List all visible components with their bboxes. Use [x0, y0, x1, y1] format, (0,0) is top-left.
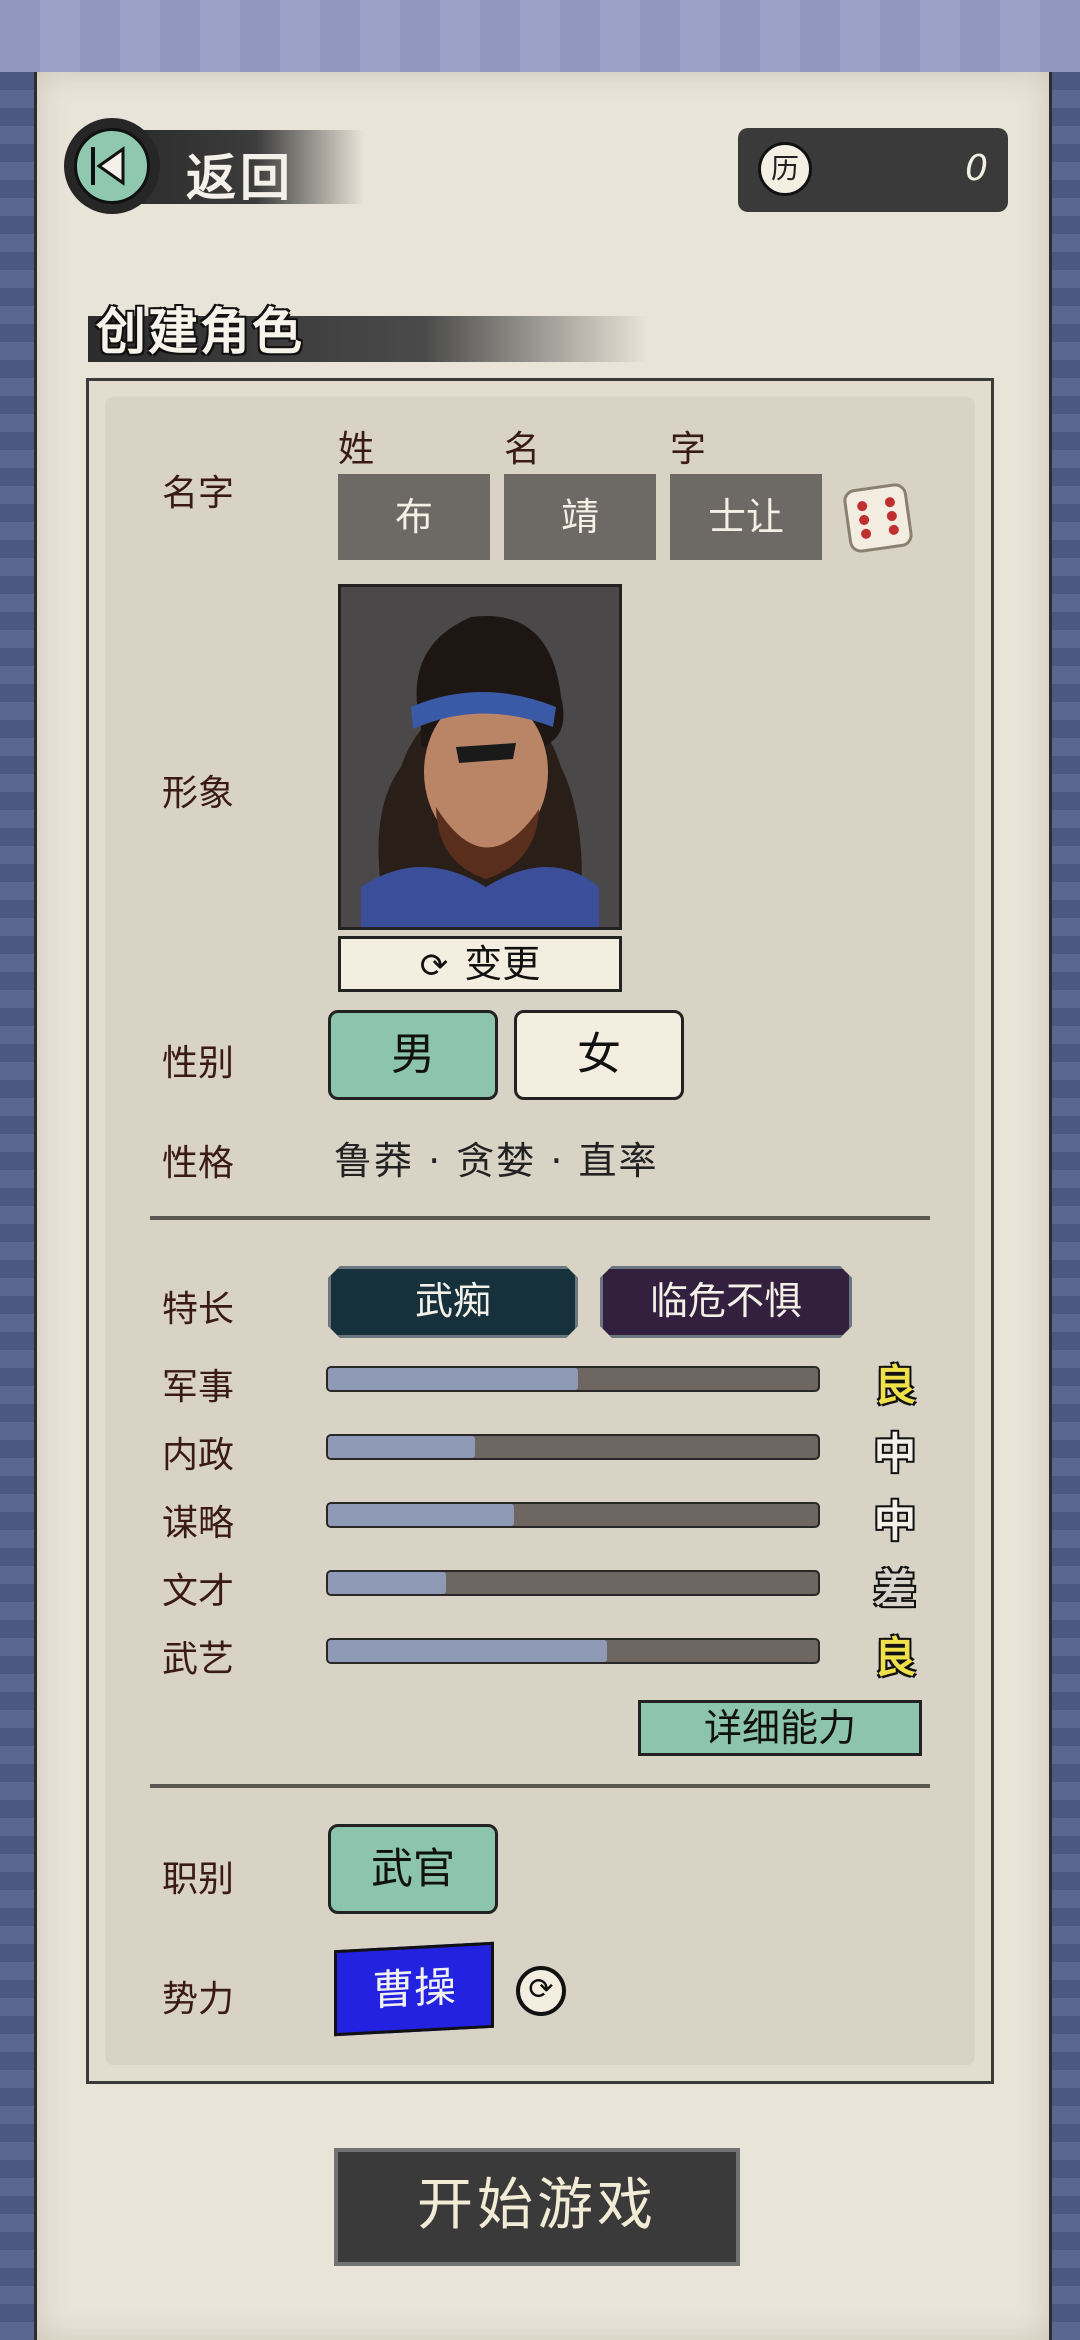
back-icon — [64, 118, 160, 214]
stat-grade: 中 — [874, 1497, 917, 1546]
given-name-field[interactable]: 靖 — [504, 474, 656, 560]
faction-label: 势力 — [162, 1979, 235, 2020]
given-name-heading: 名 — [504, 429, 541, 470]
stat-grade: 良 — [874, 1361, 917, 1410]
change-portrait-button[interactable]: ⟳ 变更 — [338, 936, 622, 992]
detailed-ability-button[interactable]: 详细能力 — [638, 1700, 922, 1756]
personality-traits: 鲁莽 · 贪婪 · 直率 — [334, 1139, 659, 1183]
back-button[interactable]: 返回 — [64, 118, 364, 214]
currency-icon: 历 — [758, 142, 812, 196]
stat-bar — [326, 1502, 820, 1528]
left-decorative-border — [0, 72, 34, 2340]
stat-bar-fill — [328, 1640, 608, 1662]
stat-grade: 差 — [874, 1565, 917, 1614]
stat-bar-fill — [328, 1436, 475, 1458]
refresh-icon: ⟳ — [419, 946, 449, 986]
change-portrait-label: 变更 — [464, 942, 541, 986]
role-button[interactable]: 武官 — [328, 1824, 498, 1914]
gender-male-button[interactable]: 男 — [328, 1010, 498, 1100]
stat-bar — [326, 1638, 820, 1664]
gender-label: 性别 — [162, 1043, 235, 1084]
stat-grade: 中 — [874, 1429, 917, 1478]
currency-display: 历 0 — [738, 128, 1008, 212]
specialty-label: 特长 — [162, 1289, 235, 1330]
surname-field[interactable]: 布 — [338, 474, 490, 560]
portrait-label: 形象 — [162, 773, 235, 814]
back-label: 返回 — [186, 149, 294, 207]
stat-label: 谋略 — [162, 1503, 235, 1544]
personality-label: 性格 — [162, 1143, 235, 1184]
courtesy-name-field[interactable]: 士让 — [670, 474, 822, 560]
top-decorative-border — [0, 0, 1080, 78]
stat-bar-fill — [328, 1504, 515, 1526]
stat-bar — [326, 1366, 820, 1392]
stat-bar-fill — [328, 1572, 446, 1594]
stat-bar — [326, 1570, 820, 1596]
start-game-button[interactable]: 开始游戏 — [334, 2148, 740, 2266]
surname-heading: 姓 — [338, 429, 375, 470]
stat-bar — [326, 1434, 820, 1460]
stat-bar-fill — [328, 1368, 578, 1390]
currency-value: 0 — [965, 148, 988, 189]
gender-female-button[interactable]: 女 — [514, 1010, 684, 1100]
page-title: 创建角色 — [96, 303, 304, 361]
stat-label: 武艺 — [162, 1639, 235, 1680]
divider — [150, 1784, 930, 1788]
stat-grade: 良 — [874, 1633, 917, 1682]
stat-label: 内政 — [162, 1435, 235, 1476]
faction-flag[interactable]: 曹操 — [334, 1941, 494, 2037]
specialty-tag[interactable]: 武痴 — [328, 1266, 578, 1338]
stat-label: 文才 — [162, 1571, 235, 1612]
dice-icon[interactable] — [841, 481, 915, 555]
stat-label: 军事 — [162, 1367, 235, 1408]
divider — [150, 1216, 930, 1220]
name-label: 名字 — [162, 473, 235, 514]
courtesy-name-heading: 字 — [670, 429, 707, 470]
character-portrait[interactable] — [338, 584, 622, 930]
change-faction-icon[interactable]: ⟳ — [516, 1966, 566, 2016]
role-label: 职别 — [162, 1859, 235, 1900]
specialty-tag[interactable]: 临危不惧 — [600, 1266, 852, 1338]
